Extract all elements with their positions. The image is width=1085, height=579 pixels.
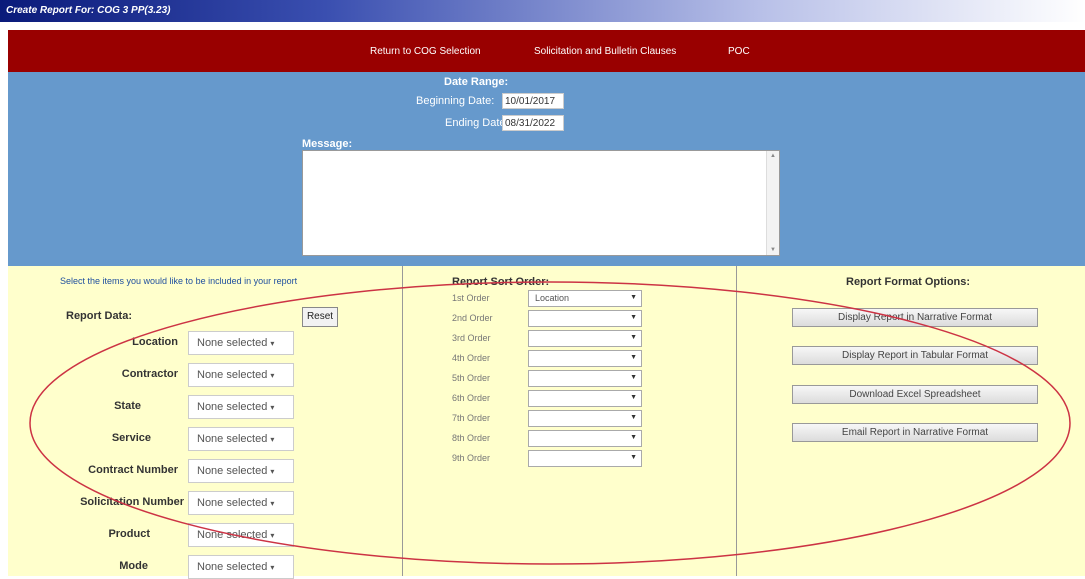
order-select-7[interactable]: ▼ xyxy=(528,410,642,427)
sort-order-title: Report Sort Order: xyxy=(452,276,550,288)
order-select-5[interactable]: ▼ xyxy=(528,370,642,387)
beginning-date-label: Beginning Date: xyxy=(416,95,495,107)
product-multiselect[interactable]: None selected ▾ xyxy=(188,523,294,547)
nav-link-clauses[interactable]: Solicitation and Bulletin Clauses xyxy=(534,46,676,57)
field-label-solicitation-number: Solicitation Number xyxy=(80,496,184,508)
mode-multiselect[interactable]: None selected ▾ xyxy=(188,555,294,579)
contractor-multiselect-value: None selected xyxy=(197,369,268,381)
reset-button[interactable]: Reset xyxy=(302,307,338,327)
order-label-9: 9th Order xyxy=(452,453,491,463)
product-multiselect-value: None selected xyxy=(197,529,268,541)
caret-down-icon: ▾ xyxy=(270,339,275,348)
caret-down-icon: ▾ xyxy=(270,563,275,572)
tabular-format-button[interactable]: Display Report in Tabular Format xyxy=(792,346,1038,365)
message-scrollbar[interactable]: ▲ ▼ xyxy=(766,151,779,255)
order-label-1: 1st Order xyxy=(452,293,490,303)
location-multiselect[interactable]: None selected ▾ xyxy=(188,331,294,355)
field-label-contract-number: Contract Number xyxy=(88,464,178,476)
contract-number-multiselect[interactable]: None selected ▾ xyxy=(188,459,294,483)
format-options-title: Report Format Options: xyxy=(846,276,971,288)
field-label-contractor: Contractor xyxy=(121,368,178,380)
date-range-heading: Date Range: xyxy=(444,76,509,88)
order-select-1[interactable]: Location ▼ xyxy=(528,290,642,307)
narrative-format-button[interactable]: Display Report in Narrative Format xyxy=(792,308,1038,327)
order-select-8[interactable]: ▼ xyxy=(528,430,642,447)
nav-link-poc[interactable]: POC xyxy=(728,46,750,57)
nav-bar: Return to COG Selection Solicitation and… xyxy=(8,30,1085,72)
order-label-8: 8th Order xyxy=(452,433,491,443)
contractor-multiselect[interactable]: None selected ▾ xyxy=(188,363,294,387)
message-label: Message: xyxy=(302,138,353,150)
order-select-4[interactable]: ▼ xyxy=(528,350,642,367)
caret-down-icon: ▾ xyxy=(270,531,275,540)
caret-down-icon: ▾ xyxy=(270,467,275,476)
order-label-3: 3rd Order xyxy=(452,333,491,343)
order-label-5: 5th Order xyxy=(452,373,491,383)
scroll-down-icon[interactable]: ▼ xyxy=(770,247,776,253)
dropdown-arrow-icon: ▼ xyxy=(630,414,637,421)
field-label-service: Service xyxy=(111,432,151,444)
message-textarea[interactable]: ▲ ▼ xyxy=(302,150,780,256)
mode-multiselect-value: None selected xyxy=(197,561,268,573)
service-multiselect-value: None selected xyxy=(197,433,268,445)
report-data-title: Report Data: xyxy=(66,310,133,322)
order-select-2[interactable]: ▼ xyxy=(528,310,642,327)
order-label-7: 7th Order xyxy=(452,413,491,423)
beginning-date-input[interactable]: 10/01/2017 xyxy=(502,93,564,109)
caret-down-icon: ▾ xyxy=(270,499,275,508)
order-select-9[interactable]: ▼ xyxy=(528,450,642,467)
scroll-up-icon[interactable]: ▲ xyxy=(770,153,776,159)
dropdown-arrow-icon: ▼ xyxy=(630,354,637,361)
column-divider xyxy=(402,266,403,576)
order-label-2: 2nd Order xyxy=(452,313,493,323)
dropdown-arrow-icon: ▼ xyxy=(630,454,637,461)
order-select-1-value: Location xyxy=(535,293,570,303)
field-label-mode: Mode xyxy=(119,560,148,572)
field-label-product: Product xyxy=(108,528,150,540)
solicitation-number-multiselect[interactable]: None selected ▾ xyxy=(188,491,294,515)
caret-down-icon: ▾ xyxy=(270,371,275,380)
order-label-6: 6th Order xyxy=(452,393,491,403)
location-multiselect-value: None selected xyxy=(197,337,268,349)
state-multiselect[interactable]: None selected ▾ xyxy=(188,395,294,419)
window-title: Create Report For: COG 3 PP(3.23) xyxy=(6,5,171,16)
order-select-3[interactable]: ▼ xyxy=(528,330,642,347)
state-multiselect-value: None selected xyxy=(197,401,268,413)
service-multiselect[interactable]: None selected ▾ xyxy=(188,427,294,451)
dropdown-arrow-icon: ▼ xyxy=(630,294,637,301)
dropdown-arrow-icon: ▼ xyxy=(630,374,637,381)
email-report-button[interactable]: Email Report in Narrative Format xyxy=(792,423,1038,442)
report-data-hint: Select the items you would like to be in… xyxy=(60,276,298,286)
window-titlebar: Create Report For: COG 3 PP(3.23) xyxy=(0,0,1085,22)
dropdown-arrow-icon: ▼ xyxy=(630,434,637,441)
column-divider xyxy=(736,266,737,576)
nav-link-return-cog[interactable]: Return to COG Selection xyxy=(370,46,481,57)
dropdown-arrow-icon: ▼ xyxy=(630,314,637,321)
solicitation-number-multiselect-value: None selected xyxy=(197,497,268,509)
field-label-state: State xyxy=(114,400,141,412)
ending-date-label: Ending Date: xyxy=(445,117,509,129)
contract-number-multiselect-value: None selected xyxy=(197,465,268,477)
ending-date-input[interactable]: 08/31/2022 xyxy=(502,115,564,131)
caret-down-icon: ▾ xyxy=(270,403,275,412)
caret-down-icon: ▾ xyxy=(270,435,275,444)
order-select-6[interactable]: ▼ xyxy=(528,390,642,407)
dropdown-arrow-icon: ▼ xyxy=(630,394,637,401)
excel-download-button[interactable]: Download Excel Spreadsheet xyxy=(792,385,1038,404)
order-label-4: 4th Order xyxy=(452,353,491,363)
dropdown-arrow-icon: ▼ xyxy=(630,334,637,341)
field-label-location: Location xyxy=(132,336,178,348)
